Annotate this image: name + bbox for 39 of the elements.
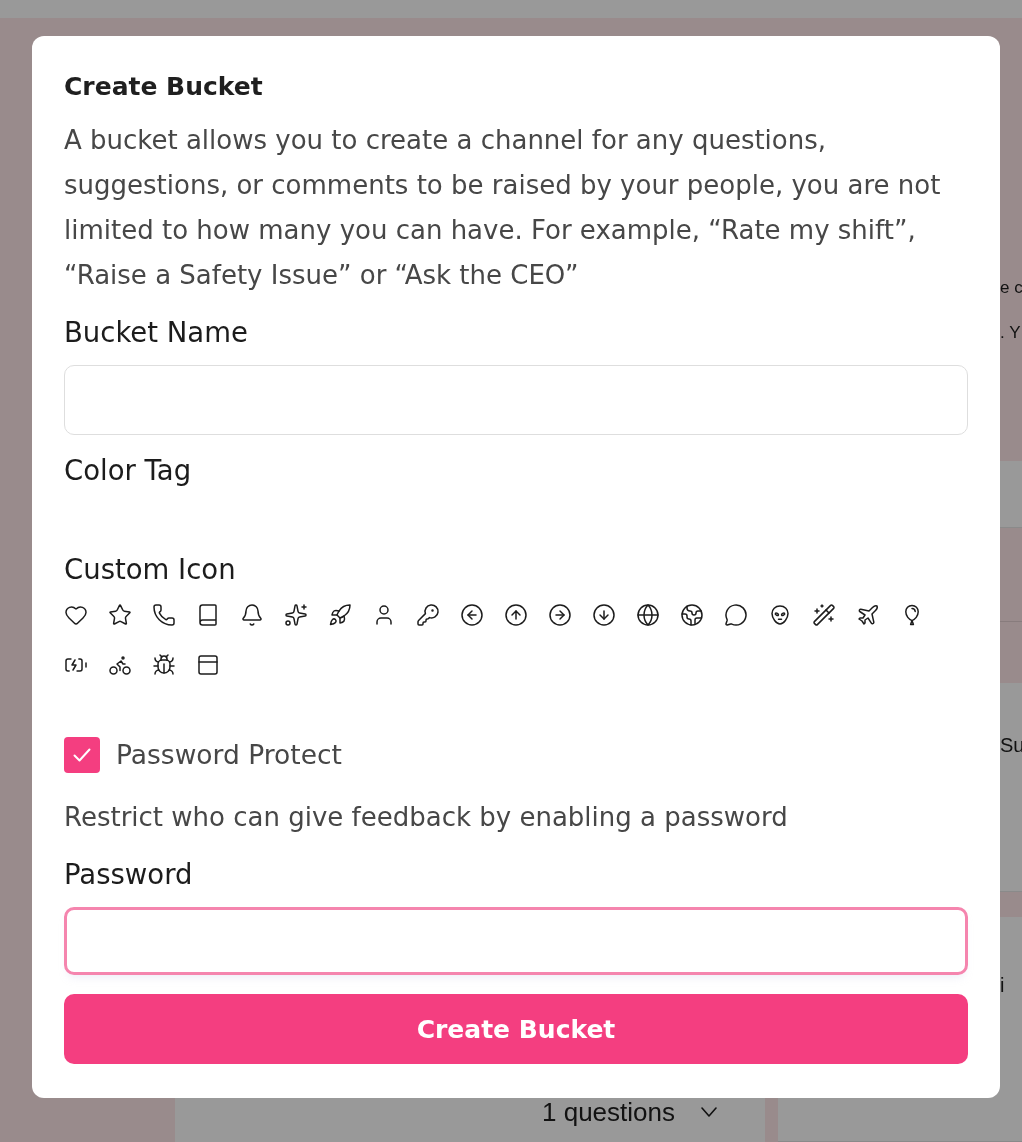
window-icon[interactable] [196,653,220,677]
arrow-left-circle-icon[interactable] [460,603,484,627]
heading-text: . Y [1000,322,1022,344]
chevron-down-icon[interactable] [701,1107,717,1117]
bell-icon[interactable] [240,603,264,627]
field-label: Custom Icon [64,552,237,587]
password-input[interactable] [64,907,968,975]
dialog-title: Create Bucket [64,71,264,103]
rocket-icon[interactable] [328,603,352,627]
sparkles-icon[interactable] [284,603,308,627]
phone-icon[interactable] [152,603,176,627]
checkbox[interactable] [64,737,100,773]
field-label: Password [64,857,194,892]
hint-text: Restrict who can give feedback by enabling a password [64,801,789,834]
bug-icon[interactable] [152,653,176,677]
text-input[interactable] [64,365,968,435]
field-label: Bucket Name [64,315,249,350]
check-icon [73,748,91,762]
star-icon[interactable] [108,603,132,627]
field-label: Color Tag [64,453,193,488]
globe-icon[interactable] [636,603,660,627]
key-icon[interactable] [416,603,440,627]
alien-icon[interactable] [768,603,792,627]
heart-icon[interactable] [64,603,88,627]
arrow-right-circle-icon[interactable] [548,603,572,627]
heading-text: e c [1000,277,1022,299]
question-count: 1 questions [542,1096,675,1128]
chat-bubble-icon[interactable] [724,603,748,627]
earth-icon[interactable] [680,603,704,627]
magic-wand-icon[interactable] [812,603,836,627]
arrow-up-circle-icon[interactable] [504,603,528,627]
dialog-description: A bucket allows you to create a channel for any questions, suggestions, or comments to be raised by your people, you are not limited to how many you can have. For example, “Rate my shift”, “Raise a Safety Issue” or “Ask the CEO” [64,124,942,292]
create-bucket-button[interactable]: Create Bucket [64,994,968,1064]
book-icon[interactable] [196,603,220,627]
arrow-down-circle-icon[interactable] [592,603,616,627]
card-text: i [1000,974,1005,996]
bicycle-icon[interactable] [108,653,132,677]
plane-icon[interactable] [856,603,880,627]
checkbox-label: Password Protect [116,738,342,772]
